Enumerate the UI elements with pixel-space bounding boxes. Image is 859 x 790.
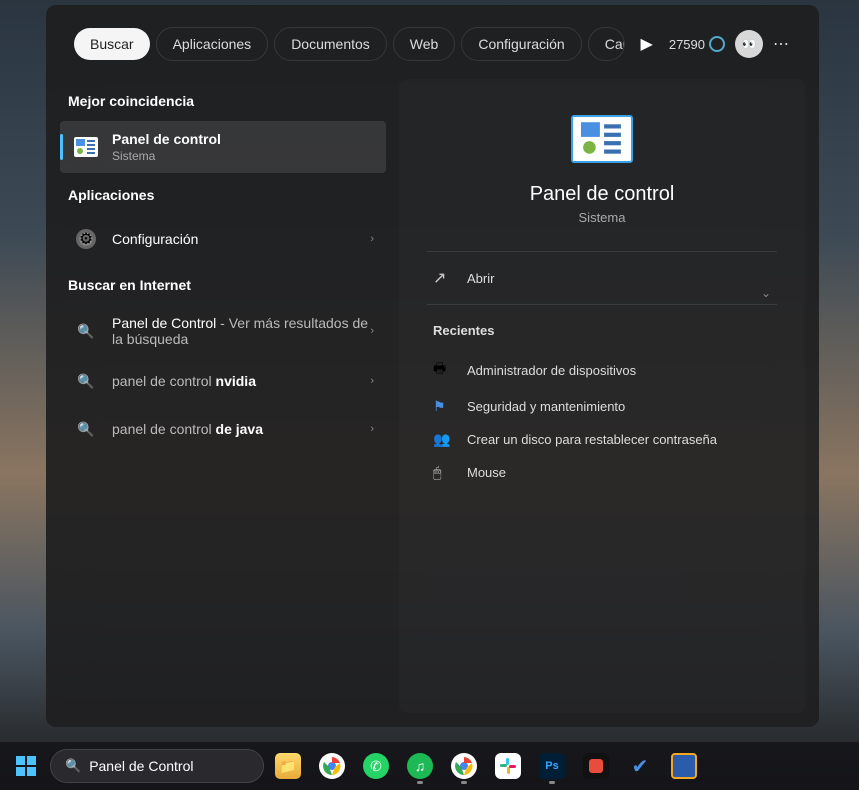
preview-subtitle: Sistema <box>579 210 626 225</box>
result-configuration[interactable]: ⚙ Configuración › <box>60 215 386 263</box>
taskbar: 🔍 📁 ✆ ♫ Ps ✔ <box>0 742 859 790</box>
search-icon: 🔍 <box>72 367 100 395</box>
results-column: Mejor coincidencia Panel de control Sist… <box>60 79 386 713</box>
action-open[interactable]: ↗ Abrir <box>427 252 777 304</box>
taskbar-file-explorer[interactable]: 📁 <box>268 746 308 786</box>
recent-mouse[interactable]: 🖱 Mouse <box>427 456 777 489</box>
taskbar-photoshop[interactable]: Ps <box>532 746 572 786</box>
preview-title: Panel de control <box>530 183 675 206</box>
search-icon: 🔍 <box>72 415 100 443</box>
chevron-down-icon[interactable]: ⌄ <box>761 286 771 300</box>
search-panel: Buscar Aplicaciones Documentos Web Confi… <box>46 5 819 727</box>
open-icon: ↗ <box>433 268 453 288</box>
spotify-icon: ♫ <box>407 753 433 779</box>
medal-icon <box>709 36 725 52</box>
checkmark-icon: ✔ <box>627 753 653 779</box>
recent-security[interactable]: ⚑ Seguridad y mantenimiento <box>427 390 777 423</box>
taskbar-chrome-canary[interactable] <box>444 746 484 786</box>
taskbar-spotify[interactable]: ♫ <box>400 746 440 786</box>
user-key-icon: 👥 <box>433 431 453 448</box>
photoshop-icon: Ps <box>539 753 565 779</box>
control-panel-icon <box>72 133 100 161</box>
search-input[interactable] <box>89 758 270 774</box>
more-filters-arrow-icon[interactable]: ▶ <box>631 28 663 60</box>
filter-tabs: Buscar Aplicaciones Documentos Web Confi… <box>46 5 819 61</box>
filter-apps[interactable]: Aplicaciones <box>156 27 269 61</box>
taskbar-chrome[interactable] <box>312 746 352 786</box>
web-header: Buscar en Internet <box>60 263 386 305</box>
result-title: Panel de Control - Ver más resultados de… <box>112 315 370 347</box>
filter-web[interactable]: Web <box>393 27 456 61</box>
apps-header: Aplicaciones <box>60 173 386 215</box>
start-button[interactable] <box>6 746 46 786</box>
result-web-java[interactable]: 🔍 panel de control de java › <box>60 405 386 453</box>
filter-docs[interactable]: Documentos <box>274 27 387 61</box>
result-web-nvidia[interactable]: 🔍 panel de control nvidia › <box>60 357 386 405</box>
action-label: Abrir <box>467 271 494 286</box>
result-control-panel[interactable]: Panel de control Sistema <box>60 121 386 173</box>
filter-config[interactable]: Configuración <box>461 27 581 61</box>
recent-label: Crear un disco para restablecer contrase… <box>467 432 717 447</box>
flag-icon: ⚑ <box>433 398 453 415</box>
result-title: panel de control nvidia <box>112 373 370 389</box>
result-title: Panel de control <box>112 131 374 147</box>
rewards-value: 27590 <box>669 37 705 52</box>
divider: ⌄ <box>427 304 777 305</box>
chevron-right-icon: › <box>370 325 374 337</box>
search-icon: 🔍 <box>65 758 81 774</box>
recent-device-manager[interactable]: 🖶 Administrador de dispositivos <box>427 350 777 390</box>
result-web-panel-control[interactable]: 🔍 Panel de Control - Ver más resultados … <box>60 305 386 357</box>
gear-icon: ⚙ <box>72 225 100 253</box>
result-title: Configuración <box>112 231 370 247</box>
taskbar-whatsapp[interactable]: ✆ <box>356 746 396 786</box>
mouse-icon: 🖱 <box>433 464 453 481</box>
windows-logo-icon <box>16 756 36 776</box>
more-options-icon[interactable]: ⋯ <box>773 34 791 54</box>
chevron-right-icon: › <box>370 375 374 387</box>
vm-icon <box>671 753 697 779</box>
device-manager-icon: 🖶 <box>433 358 453 382</box>
recent-header: Recientes <box>427 305 777 350</box>
chevron-right-icon: › <box>370 423 374 435</box>
chrome-alt-icon <box>451 753 477 779</box>
whatsapp-icon: ✆ <box>363 753 389 779</box>
taskbar-search[interactable]: 🔍 <box>50 749 264 783</box>
taskbar-slack[interactable] <box>488 746 528 786</box>
chrome-icon <box>319 753 345 779</box>
search-icon: 🔍 <box>72 317 100 345</box>
slack-icon <box>495 753 521 779</box>
filter-folders[interactable]: Carpetas <box>588 27 625 61</box>
taskbar-vmware[interactable] <box>664 746 704 786</box>
result-title: panel de control de java <box>112 421 370 437</box>
taskbar-todo[interactable]: ✔ <box>620 746 660 786</box>
rewards-points[interactable]: 27590 <box>669 36 725 52</box>
recent-label: Mouse <box>467 465 506 480</box>
preview-column: Panel de control Sistema ↗ Abrir ⌄ Recie… <box>399 79 805 713</box>
folder-icon: 📁 <box>275 753 301 779</box>
red-app-icon <box>583 753 609 779</box>
result-subtitle: Sistema <box>112 149 374 163</box>
recent-label: Seguridad y mantenimiento <box>467 399 625 414</box>
preview-control-panel-icon <box>571 115 633 163</box>
recent-label: Administrador de dispositivos <box>467 363 636 378</box>
chevron-right-icon: › <box>370 233 374 245</box>
best-match-header: Mejor coincidencia <box>60 79 386 121</box>
filter-search[interactable]: Buscar <box>74 28 150 60</box>
taskbar-app-red[interactable] <box>576 746 616 786</box>
user-avatar[interactable]: 👀 <box>735 30 763 58</box>
recent-password-reset[interactable]: 👥 Crear un disco para restablecer contra… <box>427 423 777 456</box>
